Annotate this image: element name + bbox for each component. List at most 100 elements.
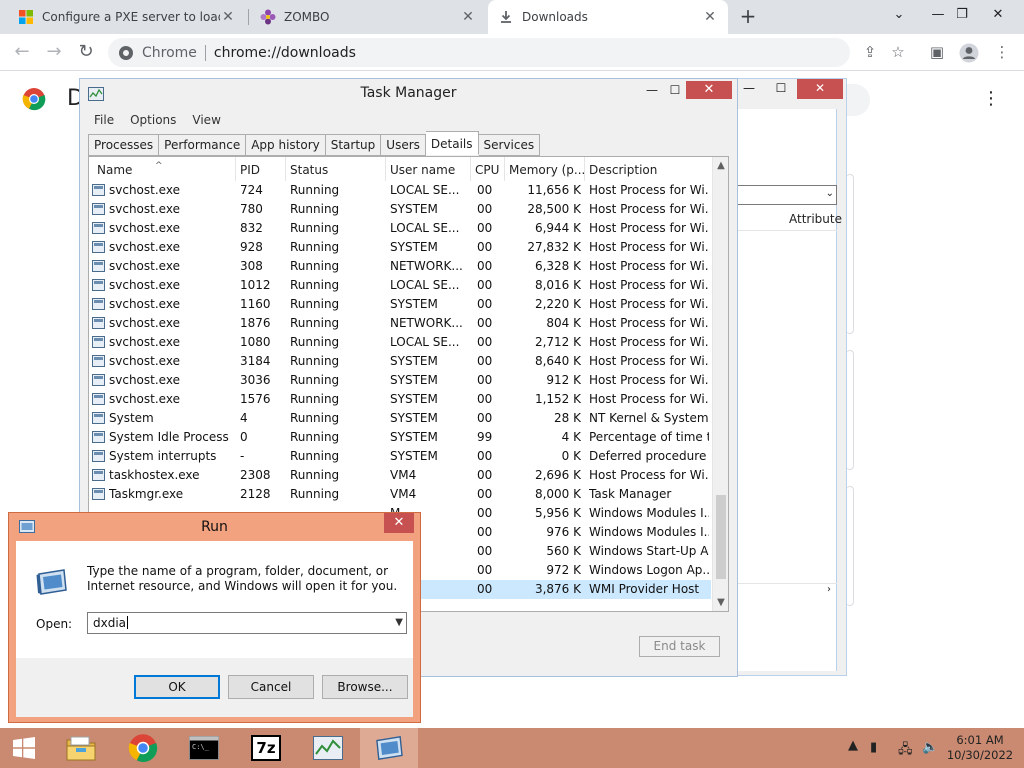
scroll-right-icon[interactable]: › (827, 584, 831, 595)
browse-button[interactable]: Browse... (322, 675, 408, 699)
scroll-up-icon[interactable]: ▲ (713, 157, 729, 174)
table-row[interactable]: svchost.exe 1160 Running SYSTEM 00 2,220 K Hos… (89, 295, 711, 314)
column-header-name[interactable]: ^ Name (89, 157, 236, 181)
tab-services[interactable]: Services (478, 134, 541, 156)
background-dropdown[interactable]: ⌄ (737, 185, 837, 205)
menu-view[interactable]: View (184, 111, 228, 129)
minimize-icon[interactable]: — (739, 79, 759, 99)
table-row[interactable]: Taskmgr.exe 2128 Running VM4 00 8,000 K Task M… (89, 485, 711, 504)
table-row[interactable]: svchost.exe 1876 Running NETWORK... 00 804 K H… (89, 314, 711, 333)
tab-startup[interactable]: Startup (325, 134, 382, 156)
table-row[interactable]: svchost.exe 724 Running LOCAL SE... 00 11,656… (89, 181, 711, 200)
cell-mem: 804 K (546, 316, 581, 330)
table-row[interactable]: System 4 Running SYSTEM 00 28 K NT Kernel & Sy… (89, 409, 711, 428)
chevron-down-icon[interactable]: ▼ (395, 613, 403, 633)
cell-desc: Percentage of time t... (589, 430, 709, 444)
forward-arrow-icon[interactable]: → (40, 38, 68, 66)
table-row[interactable]: svchost.exe 1012 Running LOCAL SE... 00 8,016… (89, 276, 711, 295)
bookmark-star-icon[interactable]: ☆ (884, 38, 912, 66)
tab-performance[interactable]: Performance (159, 134, 247, 156)
taskbar-chrome[interactable] (114, 728, 172, 768)
profile-avatar-icon[interactable] (955, 38, 983, 66)
table-row[interactable]: svchost.exe 928 Running SYSTEM 00 27,832 K Hos… (89, 238, 711, 257)
table-row[interactable]: svchost.exe 1576 Running SYSTEM 00 1,152 K Hos… (89, 390, 711, 409)
column-header-pid[interactable]: PID (236, 157, 286, 181)
column-header-status[interactable]: Status (286, 157, 386, 181)
back-arrow-icon[interactable]: ← (8, 38, 36, 66)
column-header-user-name[interactable]: User name (386, 157, 471, 181)
close-icon[interactable]: ✕ (384, 513, 414, 533)
dialog-body: Type the name of a program, folder, docu… (16, 541, 413, 717)
title-bar[interactable]: Run ✕ (9, 513, 420, 541)
volume-icon[interactable]: 🔈 (922, 740, 938, 755)
scroll-down-icon[interactable]: ▼ (713, 594, 729, 611)
end-task-button[interactable]: End task (639, 636, 720, 657)
tab-downloads[interactable]: Downloads ✕ (488, 0, 728, 34)
cell-cpu: 00 (477, 354, 493, 368)
close-icon[interactable]: ✕ (460, 9, 476, 25)
table-row[interactable]: svchost.exe 308 Running NETWORK... 00 6,328 K… (89, 257, 711, 276)
cell-cpu: 00 (477, 259, 493, 273)
kebab-menu-icon[interactable]: ⋮ (988, 38, 1016, 66)
close-icon[interactable]: ✕ (797, 79, 843, 99)
taskbar-7zip[interactable]: 7z (237, 728, 295, 768)
column-header-memory[interactable]: Memory (p... (505, 157, 585, 181)
tray-flag-icon[interactable]: ▮ (870, 740, 877, 755)
cell-cpu: 00 (477, 487, 493, 501)
table-row[interactable]: svchost.exe 780 Running SYSTEM 00 28,500 K Hos… (89, 200, 711, 219)
cell-cpu: 00 (477, 202, 493, 216)
tab-search-icon[interactable]: ⌄ (879, 0, 919, 30)
scrollbar-thumb[interactable] (716, 495, 726, 579)
network-icon[interactable]: 🖧 (898, 740, 913, 762)
address-bar[interactable]: Chrome chrome://downloads (108, 38, 850, 67)
table-row[interactable]: System Idle Process 0 Running SYSTEM 99 4 K Pe… (89, 428, 711, 447)
close-icon[interactable]: ✕ (686, 81, 732, 99)
start-button[interactable] (0, 728, 50, 768)
reload-icon[interactable]: ↻ (72, 38, 100, 66)
kebab-menu-icon[interactable]: ⋮ (982, 88, 1000, 109)
share-icon[interactable]: ⇪ (856, 38, 884, 66)
open-input[interactable]: dxdia ▼ (87, 612, 407, 634)
table-row[interactable]: System interrupts - Running SYSTEM 00 0 K Defe… (89, 447, 711, 466)
ok-button[interactable]: OK (134, 675, 220, 699)
process-icon (92, 450, 105, 462)
taskbar-clock[interactable]: 6:01 AM 10/30/2022 (944, 733, 1016, 763)
table-row[interactable]: svchost.exe 3036 Running SYSTEM 00 912 K Host … (89, 371, 711, 390)
maximize-icon[interactable]: ☐ (771, 79, 791, 99)
table-row[interactable]: svchost.exe 832 Running LOCAL SE... 00 6,944 … (89, 219, 711, 238)
tab-details[interactable]: Details (425, 131, 479, 155)
close-icon[interactable]: ✕ (220, 9, 236, 25)
minimize-icon[interactable]: — (641, 83, 663, 101)
new-tab-button[interactable]: + (737, 5, 759, 29)
cell-desc: Deferred procedure ... (589, 449, 709, 463)
tab-pxe-server[interactable]: Configure a PXE server to load W ✕ (8, 0, 246, 34)
tab-users[interactable]: Users (381, 134, 426, 156)
table-row[interactable]: svchost.exe 1080 Running LOCAL SE... 00 2,712… (89, 333, 711, 352)
restore-icon[interactable]: ❐ (942, 0, 982, 30)
menu-options[interactable]: Options (122, 111, 184, 129)
table-row[interactable]: taskhostex.exe 2308 Running VM4 00 2,696 K Hos… (89, 466, 711, 485)
show-hidden-icons-icon[interactable]: ▲ (848, 738, 858, 753)
close-icon[interactable]: ✕ (978, 0, 1018, 30)
tab-processes[interactable]: Processes (88, 134, 160, 156)
tab-separator (248, 9, 249, 25)
menu-file[interactable]: File (86, 111, 122, 129)
maximize-icon[interactable]: ☐ (664, 83, 686, 101)
column-header-cpu[interactable]: CPU (471, 157, 505, 181)
cell-user: LOCAL SE... (390, 278, 460, 292)
column-header-description[interactable]: Description (585, 157, 711, 181)
cancel-button[interactable]: Cancel (228, 675, 314, 699)
cell-cpu: 00 (477, 373, 493, 387)
background-horizontal-scrollbar[interactable]: › (737, 583, 837, 600)
side-panel-icon[interactable]: ▣ (923, 38, 951, 66)
taskbar-run[interactable] (360, 728, 418, 768)
taskbar-command-prompt[interactable]: C:\_ (175, 728, 233, 768)
title-bar[interactable]: Task Manager — ☐ ✕ (80, 79, 737, 109)
table-row[interactable]: svchost.exe 3184 Running SYSTEM 00 8,640 K Hos… (89, 352, 711, 371)
taskbar-file-explorer[interactable] (52, 728, 110, 768)
taskbar-task-manager[interactable] (299, 728, 357, 768)
tab-app-history[interactable]: App history (246, 134, 326, 156)
close-icon[interactable]: ✕ (702, 9, 718, 25)
vertical-scrollbar[interactable]: ▲ ▼ (712, 157, 728, 611)
tab-zombo[interactable]: ZOMBO ✕ (250, 0, 486, 34)
